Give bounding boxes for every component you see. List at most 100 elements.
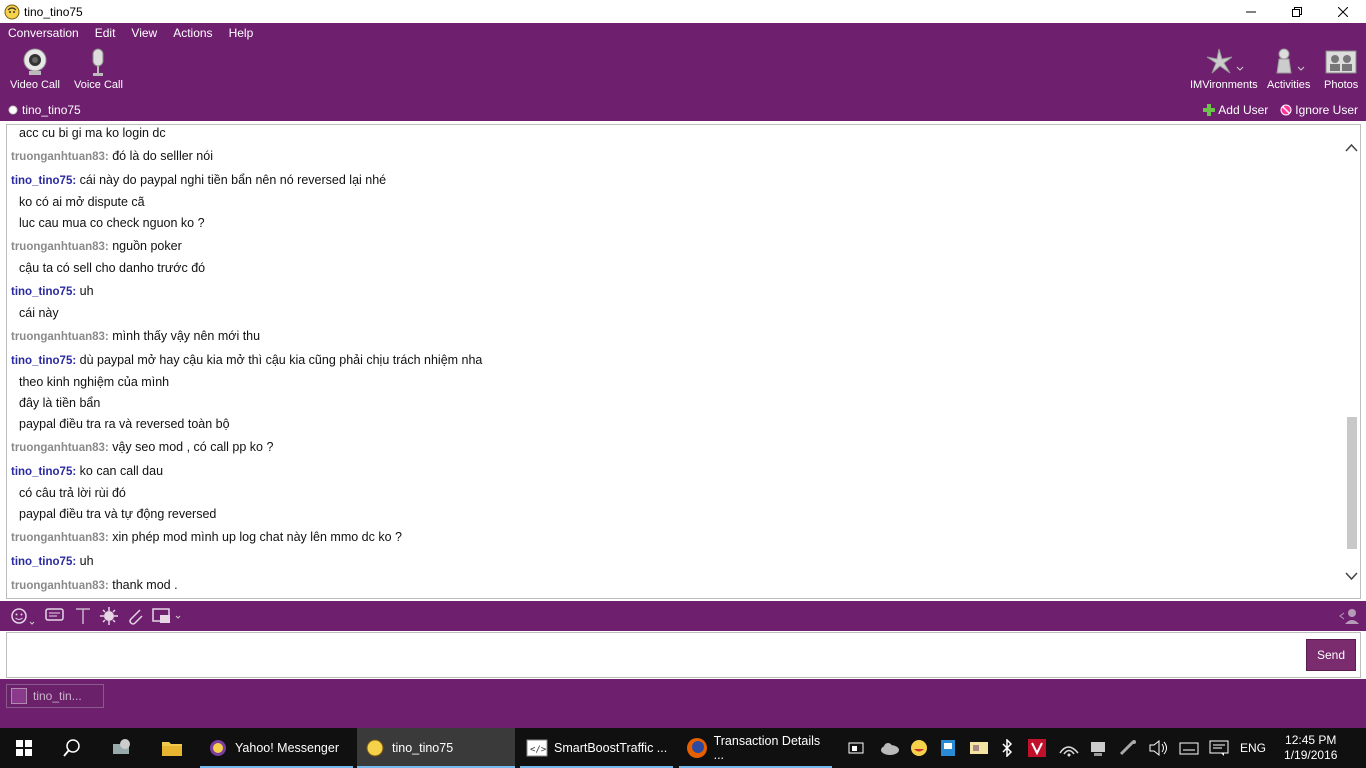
contact-name[interactable]: tino_tino75: [22, 103, 81, 117]
emoticon-icon[interactable]: [10, 607, 36, 627]
plus-icon: [1203, 104, 1216, 116]
chat-message: tino_tino75: cái này do paypal nghi tiền…: [11, 173, 387, 187]
start-button[interactable]: [0, 728, 48, 768]
menu-edit[interactable]: Edit: [87, 26, 124, 40]
sender-name: tino_tino75:: [11, 355, 77, 367]
contact-panel-icon[interactable]: [1338, 607, 1360, 625]
keyboard-icon[interactable]: [1178, 739, 1200, 757]
activities-button[interactable]: Activities: [1267, 47, 1310, 91]
sender-name: truonganhtuan83:: [11, 442, 109, 454]
svg-text:</>: </>: [530, 745, 547, 755]
clock-date: 1/19/2016: [1284, 748, 1338, 762]
text-format-icon[interactable]: [75, 607, 91, 625]
sender-name: truonganhtuan83:: [11, 532, 109, 544]
minimize-button[interactable]: [1228, 0, 1274, 23]
code-editor-icon: </>: [526, 739, 548, 757]
system-clock[interactable]: 12:45 PM 1/19/2016: [1284, 733, 1337, 763]
voice-call-button[interactable]: Voice Call: [74, 47, 123, 91]
audible-icon[interactable]: [45, 607, 65, 625]
send-button[interactable]: Send: [1306, 639, 1356, 671]
conversation-tabs-bar: tino_tin...: [0, 679, 1366, 728]
menu-view[interactable]: View: [123, 26, 165, 40]
chat-message: có câu trả lời rùi đó: [19, 486, 126, 500]
chat-message: tino_tino75: uh: [11, 554, 94, 568]
contact-bar: tino_tino75 Add User Ignore User: [0, 99, 1366, 121]
chat-history[interactable]: acc cu bi gi ma ko login dc truonganhtua…: [6, 124, 1361, 599]
ignore-user-button[interactable]: Ignore User: [1280, 103, 1358, 117]
chat-message: truonganhtuan83: xin phép mod mình up lo…: [11, 530, 402, 544]
microphone-icon: [92, 48, 104, 76]
title-bar: tino_tino75: [0, 0, 1366, 23]
taskbar-app-conversation[interactable]: tino_tino75: [357, 728, 515, 768]
conversation-tab[interactable]: tino_tin...: [6, 684, 104, 708]
windows-logo-icon: [16, 740, 32, 756]
chat-message: tino_tino75: ko can call dau: [11, 464, 164, 478]
network-monitor-icon[interactable]: [938, 739, 960, 757]
tray-card-icon[interactable]: [968, 739, 990, 757]
taskbar-file-explorer[interactable]: [148, 728, 196, 768]
chat-message: truonganhtuan83: đó là do selller nói: [11, 149, 213, 163]
chat-message: luc cau mua co check nguon ko ?: [19, 216, 205, 230]
taskbar-app-yahoo-messenger[interactable]: Yahoo! Messenger: [200, 728, 353, 768]
chat-message: truonganhtuan83: thank mod .: [11, 578, 178, 592]
menu-help[interactable]: Help: [221, 26, 262, 40]
sender-name: tino_tino75:: [11, 286, 77, 298]
chat-scrollbar[interactable]: [1343, 125, 1360, 598]
emoji-app-icon[interactable]: [908, 739, 930, 757]
add-user-button[interactable]: Add User: [1203, 103, 1268, 117]
imvironments-button[interactable]: IMVironments: [1190, 47, 1258, 91]
tray-app-icon[interactable]: [846, 739, 870, 757]
window-title: tino_tino75: [24, 4, 83, 19]
antivirus-icon[interactable]: [1026, 738, 1048, 758]
wifi-icon[interactable]: [1058, 739, 1080, 757]
nudge-icon[interactable]: [100, 607, 118, 625]
chat-message: ko có ai mở dispute cã: [19, 195, 145, 209]
status-dot-icon: [8, 105, 18, 115]
menu-actions[interactable]: Actions: [165, 26, 220, 40]
add-user-label: Add User: [1218, 103, 1269, 117]
battery-power-icon[interactable]: [1088, 739, 1110, 757]
close-button[interactable]: [1320, 0, 1366, 23]
message-input[interactable]: [9, 635, 1299, 675]
scroll-thumb[interactable]: [1347, 417, 1357, 549]
sender-name: tino_tino75:: [11, 466, 77, 478]
attach-icon[interactable]: [126, 607, 144, 625]
chat-message: cậu ta có sell cho danho trước đó: [19, 261, 206, 275]
chat-message: theo kinh nghiệm của mình: [19, 375, 170, 389]
taskbar-app-smartboost[interactable]: </> SmartBoostTraffic ...: [520, 728, 673, 768]
menu-conversation[interactable]: Conversation: [0, 26, 87, 40]
input-language[interactable]: ENG: [1240, 741, 1266, 755]
imvironments-label: IMVironments: [1190, 79, 1258, 91]
photos-button[interactable]: Photos: [1324, 47, 1358, 91]
close-icon: [1338, 6, 1348, 17]
chevron-down-icon[interactable]: [1343, 569, 1360, 583]
chevron-up-icon[interactable]: [1343, 141, 1360, 155]
video-call-button[interactable]: Video Call: [10, 47, 60, 91]
windows-taskbar: Yahoo! Messenger tino_tino75 </> SmartBo…: [0, 728, 1366, 768]
folder-icon: [162, 742, 182, 756]
ignore-user-label: Ignore User: [1295, 103, 1358, 117]
chat-message: truonganhtuan83: mình thấy vậy nên mới t…: [11, 329, 261, 343]
clock-time: 12:45 PM: [1285, 733, 1337, 747]
bluetooth-icon[interactable]: [998, 739, 1016, 757]
sender-name: truonganhtuan83:: [11, 151, 109, 163]
sender-name: tino_tino75:: [11, 175, 77, 187]
chat-message: acc cu bi gi ma ko login dc: [19, 126, 166, 140]
photos-label: Photos: [1324, 79, 1359, 91]
chat-message: truonganhtuan83: nguồn poker: [11, 239, 182, 253]
minimize-icon: [1246, 11, 1256, 12]
taskbar-app-label: SmartBoostTraffic ...: [554, 741, 668, 755]
chat-message: tino_tino75: uh: [11, 284, 94, 298]
restore-button[interactable]: [1274, 0, 1320, 23]
search-icon: [63, 739, 80, 757]
volume-icon[interactable]: [1148, 739, 1170, 757]
cloud-icon[interactable]: [878, 739, 902, 757]
action-center-icon[interactable]: [1208, 739, 1230, 757]
tray-tool-icon[interactable]: [1118, 739, 1140, 757]
activities-label: Activities: [1267, 79, 1311, 91]
share-screen-icon[interactable]: [152, 607, 182, 627]
chat-message: truonganhtuan83: vậy seo mod , có call p…: [11, 440, 274, 454]
search-button[interactable]: [48, 728, 96, 768]
taskbar-app-firefox[interactable]: Transaction Details ...: [679, 728, 832, 768]
taskbar-pinned-app[interactable]: [98, 728, 146, 768]
